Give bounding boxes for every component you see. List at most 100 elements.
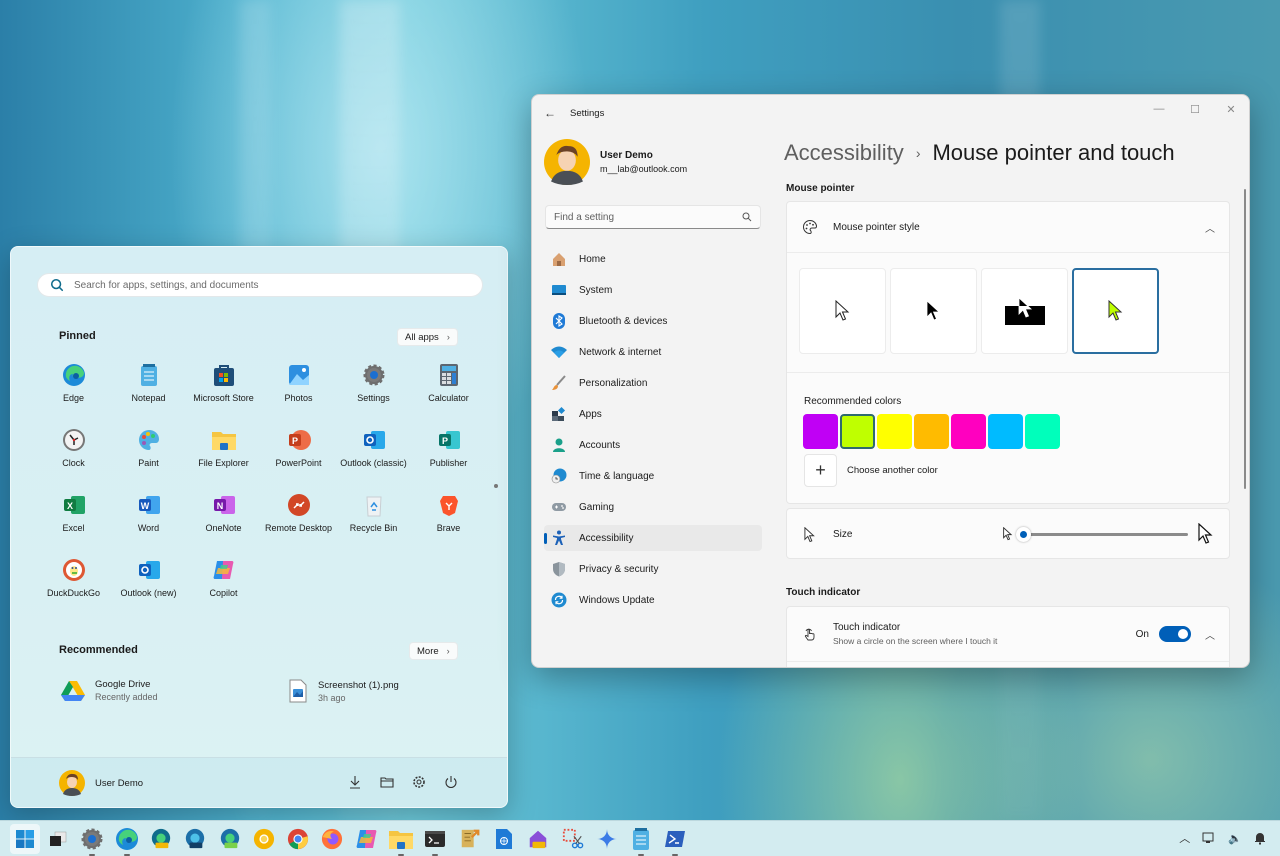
pinned-app-outlook-classic[interactable]: Outlook (classic) — [336, 427, 411, 492]
back-arrow-icon[interactable]: ← — [544, 106, 556, 120]
pinned-app-duckduckgo[interactable]: DuckDuckGo — [36, 557, 111, 622]
pinned-app-copilot[interactable]: Copilot — [186, 557, 261, 622]
taskbar-settings-icon[interactable] — [81, 828, 103, 856]
touch-indicator-toggle[interactable] — [1159, 626, 1191, 642]
color-swatch[interactable] — [803, 414, 838, 449]
color-swatch[interactable] — [877, 414, 912, 449]
nav-item-accounts[interactable]: Accounts — [544, 432, 762, 458]
network-icon[interactable] — [1202, 832, 1216, 844]
taskbar-edge-icon[interactable] — [115, 828, 138, 856]
all-apps-button[interactable]: All apps › — [397, 328, 458, 346]
nav-item-system[interactable]: System — [544, 277, 762, 303]
pinned-app-powerpoint[interactable]: P PowerPoint — [261, 427, 336, 492]
pinned-app-file-explorer[interactable]: File Explorer — [186, 427, 261, 492]
maximize-button[interactable]: ☐ — [1177, 99, 1213, 119]
chevron-up-icon[interactable]: ︿ — [1205, 220, 1215, 235]
color-swatch[interactable] — [951, 414, 986, 449]
pointer-style-inverted[interactable] — [981, 268, 1068, 354]
find-setting-box[interactable] — [545, 205, 761, 229]
pointer-style-black[interactable] — [890, 268, 977, 354]
nav-item-time-language[interactable]: Time & language — [544, 463, 762, 489]
taskbar-edge-dev-icon[interactable] — [219, 828, 241, 850]
size-slider[interactable] — [1003, 523, 1214, 545]
user-account-button[interactable]: User Demo — [59, 770, 143, 796]
pinned-app-paint[interactable]: Paint — [111, 427, 186, 492]
recommended-item-google-drive[interactable]: Google Drive Recently added — [61, 679, 158, 702]
pinned-app-photos[interactable]: Photos — [261, 362, 336, 427]
mouse-pointer-style-header[interactable]: Mouse pointer style ︿ — [787, 202, 1229, 252]
pinned-app-onenote[interactable]: N OneNote — [186, 492, 261, 557]
nav-item-gaming[interactable]: Gaming — [544, 494, 762, 520]
pinned-app-notepad[interactable]: Notepad — [111, 362, 186, 427]
taskbar-edge-canary-icon[interactable] — [150, 828, 172, 850]
pointer-style-white[interactable] — [799, 268, 886, 354]
taskbar-gemini-icon[interactable] — [596, 828, 618, 850]
edge-beta-icon — [184, 828, 206, 850]
taskbar-document-icon[interactable] — [493, 828, 515, 850]
taskbar-file-explorer-icon[interactable] — [389, 828, 413, 856]
pinned-app-remote-desktop[interactable]: Remote Desktop — [261, 492, 336, 557]
taskbar-copilot-icon[interactable] — [356, 828, 378, 850]
chevron-up-icon[interactable]: ︿ — [1179, 830, 1190, 846]
taskbar-chrome-icon[interactable] — [287, 828, 309, 850]
pinned-app-word[interactable]: W Word — [111, 492, 186, 557]
volume-icon[interactable]: 🔈 — [1228, 832, 1242, 845]
taskbar-chrome-canary-icon[interactable] — [253, 828, 275, 850]
taskbar-task-view-icon[interactable] — [47, 828, 69, 850]
minimize-button[interactable]: — — [1141, 99, 1177, 119]
notification-icon[interactable] — [1254, 831, 1266, 845]
slider-track[interactable] — [1016, 526, 1188, 542]
taskbar-dev-tool-icon[interactable] — [459, 828, 481, 850]
choose-another-color-button[interactable]: + Choose another color — [804, 454, 938, 487]
pinned-app-outlook-new[interactable]: Outlook (new) — [111, 557, 186, 622]
chevron-up-icon[interactable]: ︿ — [1205, 627, 1215, 642]
nav-item-privacy-security[interactable]: Privacy & security — [544, 556, 762, 582]
breadcrumb-parent[interactable]: Accessibility — [784, 140, 904, 166]
nav-item-bluetooth-devices[interactable]: Bluetooth & devices — [544, 308, 762, 334]
nav-item-accessibility[interactable]: Accessibility — [544, 525, 762, 551]
scrollbar[interactable] — [1244, 189, 1246, 489]
start-search-input[interactable] — [74, 279, 454, 291]
color-swatch[interactable] — [840, 414, 875, 449]
taskbar-notepad-icon[interactable] — [630, 828, 652, 856]
recommended-item-screenshot[interactable]: Screenshot (1).png 3h ago — [288, 679, 399, 703]
find-setting-input[interactable] — [554, 211, 734, 223]
pinned-app-edge[interactable]: Edge — [36, 362, 111, 427]
slider-thumb[interactable] — [1016, 526, 1031, 542]
color-swatch[interactable] — [988, 414, 1023, 449]
taskbar-firefox-icon[interactable] — [321, 828, 343, 850]
color-swatch[interactable] — [1025, 414, 1060, 449]
user-profile[interactable]: User Demo m__lab@outlook.com — [544, 139, 687, 185]
pinned-app-settings[interactable]: Settings — [336, 362, 411, 427]
folder-icon[interactable] — [379, 774, 395, 790]
nav-item-network-internet[interactable]: Network & internet — [544, 339, 762, 365]
close-button[interactable]: ✕ — [1213, 99, 1249, 119]
pinned-app-excel[interactable]: X Excel — [36, 492, 111, 557]
outlook-icon — [361, 427, 387, 453]
pinned-app-microsoft-store[interactable]: Microsoft Store — [186, 362, 261, 427]
taskbar-start-icon[interactable] — [10, 824, 40, 854]
nav-item-home[interactable]: Home — [544, 246, 762, 272]
nav-item-label: Accounts — [579, 439, 621, 451]
pinned-app-calculator[interactable]: Calculator — [411, 362, 486, 427]
pinned-app-clock[interactable]: Clock — [36, 427, 111, 492]
taskbar-snipping-tool-icon[interactable] — [562, 828, 584, 850]
taskbar-home-pre-icon[interactable] — [527, 828, 549, 850]
taskbar-edge-beta-icon[interactable] — [184, 828, 206, 850]
nav-item-personalization[interactable]: Personalization — [544, 370, 762, 396]
pinned-app-recycle-bin[interactable]: Recycle Bin — [336, 492, 411, 557]
gear-icon[interactable] — [411, 774, 427, 790]
power-icon[interactable] — [443, 774, 459, 790]
pointer-style-custom[interactable] — [1072, 268, 1159, 354]
taskbar-terminal-icon[interactable] — [424, 828, 446, 856]
pinned-app-publisher[interactable]: P Publisher — [411, 427, 486, 492]
page-indicator-dot[interactable] — [494, 484, 498, 488]
color-swatch[interactable] — [914, 414, 949, 449]
nav-item-windows-update[interactable]: Windows Update — [544, 587, 762, 613]
nav-item-apps[interactable]: Apps — [544, 401, 762, 427]
download-icon[interactable] — [347, 774, 363, 790]
taskbar-powershell-icon[interactable] — [664, 828, 686, 856]
more-button[interactable]: More › — [409, 642, 458, 660]
pinned-app-brave[interactable]: Brave — [411, 492, 486, 557]
start-search-box[interactable] — [37, 273, 483, 297]
